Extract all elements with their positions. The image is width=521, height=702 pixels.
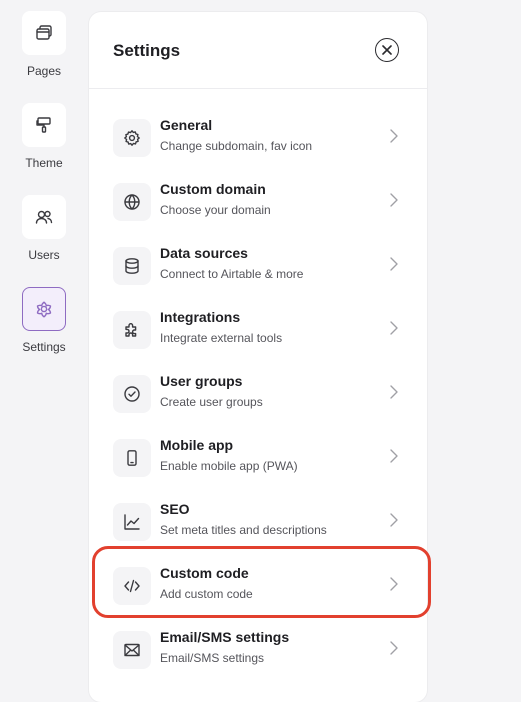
row-title: Integrations: [160, 309, 241, 325]
sidebar-item-label: Theme: [25, 156, 63, 170]
row-icon-wrap: [113, 567, 151, 605]
sidebar-tile-theme[interactable]: [22, 103, 66, 147]
row-subtitle: Email/SMS settings: [160, 651, 265, 665]
row-subtitle: Change subdomain, fav icon: [160, 139, 313, 153]
row-subtitle: Set meta titles and descriptions: [160, 523, 327, 537]
row-title: Custom domain: [160, 181, 266, 197]
sidebar-item-pages[interactable]: Pages: [0, 11, 88, 78]
row-title: SEO: [160, 501, 190, 517]
trend-chart-icon: [124, 514, 140, 530]
row-subtitle: Integrate external tools: [160, 331, 283, 345]
row-icon-wrap: [113, 119, 151, 157]
sidebar-item-theme[interactable]: Theme: [0, 103, 88, 170]
check-circle-icon: [124, 386, 140, 402]
chevron-right-icon: [388, 575, 400, 593]
row-icon-wrap: [113, 183, 151, 221]
row-subtitle: Connect to Airtable & more: [160, 267, 304, 281]
chevron-right-icon: [388, 127, 400, 145]
sidebar-rail: Pages Theme Users Settings: [0, 0, 88, 683]
chevron-right-icon: [388, 255, 400, 273]
globe-icon: [124, 194, 140, 210]
row-title: Data sources: [160, 245, 248, 261]
row-icon-wrap: [113, 375, 151, 413]
chevron-right-icon: [388, 319, 400, 337]
settings-item-email-sms[interactable]: Email/SMS settings Email/SMS settings: [89, 621, 427, 685]
row-icon-wrap: [113, 247, 151, 285]
row-icon-wrap: [113, 311, 151, 349]
gear-icon: [124, 130, 140, 146]
chevron-right-icon: [388, 511, 400, 529]
settings-panel: Settings General Change subdomain, fav i…: [89, 12, 427, 702]
settings-item-custom-code[interactable]: Custom code Add custom code: [89, 557, 427, 621]
close-button[interactable]: [375, 38, 399, 62]
paint-roller-icon: [36, 117, 51, 133]
code-icon: [124, 579, 140, 593]
sidebar-tile-users[interactable]: [22, 195, 66, 239]
database-icon: [125, 258, 139, 274]
settings-item-general[interactable]: General Change subdomain, fav icon: [89, 109, 427, 173]
row-subtitle: Create user groups: [160, 395, 263, 409]
settings-item-custom-domain[interactable]: Custom domain Choose your domain: [89, 173, 427, 237]
pages-icon: [36, 25, 52, 40]
row-icon-wrap: [113, 503, 151, 541]
users-icon: [35, 210, 53, 224]
settings-item-seo[interactable]: SEO Set meta titles and descriptions: [89, 493, 427, 557]
settings-flower-icon: [36, 301, 52, 318]
row-subtitle: Choose your domain: [160, 203, 271, 217]
mobile-icon: [127, 450, 137, 466]
row-title: User groups: [160, 373, 243, 389]
envelope-icon: [124, 643, 140, 657]
row-title: Mobile app: [160, 437, 234, 453]
sidebar-tile-pages[interactable]: [22, 11, 66, 55]
row-subtitle: Enable mobile app (PWA): [160, 459, 298, 473]
sidebar-item-settings[interactable]: Settings: [0, 287, 88, 354]
sidebar-tile-settings[interactable]: [22, 287, 66, 331]
row-title: Custom code: [160, 565, 249, 581]
settings-item-mobile-app[interactable]: Mobile app Enable mobile app (PWA): [89, 429, 427, 493]
settings-item-user-groups[interactable]: User groups Create user groups: [89, 365, 427, 429]
settings-item-integrations[interactable]: Integrations Integrate external tools: [89, 301, 427, 365]
sidebar-item-label: Settings: [22, 340, 66, 354]
row-subtitle: Add custom code: [160, 587, 253, 601]
sidebar-item-label: Users: [28, 248, 60, 262]
chevron-right-icon: [388, 447, 400, 465]
row-title: General: [160, 117, 213, 133]
sidebar-item-label: Pages: [26, 64, 62, 78]
chevron-right-icon: [388, 383, 400, 401]
close-icon: [382, 45, 392, 55]
chevron-right-icon: [388, 191, 400, 209]
row-title: Email/SMS settings: [160, 629, 290, 645]
row-icon-wrap: [113, 631, 151, 669]
chevron-right-icon: [388, 639, 400, 657]
page-title: Settings: [113, 41, 181, 60]
panel-header: Settings: [89, 12, 427, 89]
puzzle-icon: [125, 323, 137, 337]
sidebar-item-users[interactable]: Users: [0, 195, 88, 262]
row-icon-wrap: [113, 439, 151, 477]
settings-item-data-sources[interactable]: Data sources Connect to Airtable & more: [89, 237, 427, 301]
